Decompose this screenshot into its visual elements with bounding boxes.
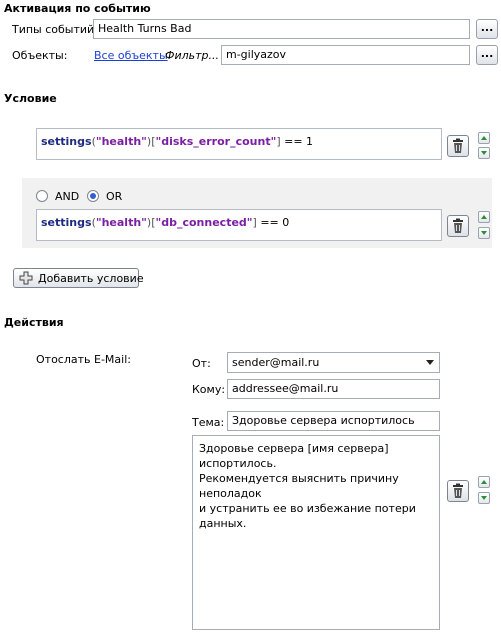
- expr-func: settings: [41, 216, 92, 229]
- trash-icon: [453, 483, 463, 498]
- add-condition-button[interactable]: Добавить условие: [13, 268, 144, 288]
- body-line: Здоровье сервера [имя сервера] испортило…: [199, 442, 389, 470]
- from-value: sender@mail.ru: [232, 356, 320, 369]
- condition-editor-1[interactable]: settings("health")["disks_error_count"] …: [36, 128, 442, 160]
- event-types-browse-button[interactable]: ...: [476, 19, 498, 39]
- delete-condition-2-button[interactable]: [447, 215, 469, 237]
- to-label: Кому:: [192, 383, 226, 396]
- arrow-up-icon: [481, 136, 487, 140]
- expr-func: settings: [41, 135, 92, 148]
- move-down-condition-2-button[interactable]: [478, 227, 490, 239]
- expr-op: == 1: [284, 135, 314, 148]
- subject-label: Тема:: [192, 416, 225, 429]
- send-email-label: Отослать E-Mail:: [36, 353, 131, 366]
- objects-label: Объекты:: [12, 49, 68, 62]
- arrow-down-icon: [481, 231, 487, 235]
- delete-action-button[interactable]: [447, 480, 469, 502]
- from-select[interactable]: sender@mail.ru: [227, 352, 440, 373]
- move-up-action-button[interactable]: [478, 476, 490, 488]
- to-field[interactable]: addressee@mail.ru: [227, 379, 440, 399]
- and-label: AND: [55, 190, 80, 203]
- actions-header: Действия: [4, 316, 64, 329]
- expr-arg1: "health": [95, 135, 147, 148]
- and-radio[interactable]: [36, 190, 48, 202]
- trash-icon: [453, 138, 463, 153]
- or-radio[interactable]: [87, 190, 99, 202]
- subject-field[interactable]: Здоровье сервера испортилось: [227, 411, 440, 431]
- arrow-up-icon: [481, 480, 487, 484]
- move-up-condition-2-button[interactable]: [478, 211, 490, 223]
- delete-condition-1-button[interactable]: [447, 135, 469, 157]
- expr-arg2: "disks_error_count": [155, 135, 277, 148]
- event-types-label: Типы событий:: [12, 23, 98, 36]
- activation-header: Активация по событию: [4, 2, 151, 15]
- filter-browse-button[interactable]: ...: [476, 45, 498, 65]
- body-textarea[interactable]: Здоровье сервера [имя сервера] испортило…: [192, 435, 440, 630]
- plus-icon: [19, 271, 33, 285]
- body-line: и устранить ее во избежание потери данны…: [199, 502, 416, 530]
- condition-editor-2[interactable]: settings("health")["db_connected"] == 0: [36, 209, 442, 241]
- expr-arg1: "health": [95, 216, 147, 229]
- condition-header: Условие: [4, 92, 57, 105]
- condition-expression-1: settings("health")["disks_error_count"] …: [41, 135, 314, 148]
- add-condition-label: Добавить условие: [38, 272, 144, 285]
- from-label: От:: [192, 357, 211, 370]
- arrow-up-icon: [481, 215, 487, 219]
- move-up-condition-1-button[interactable]: [478, 132, 490, 144]
- filter-field[interactable]: m-gilyazov: [221, 45, 470, 65]
- expr-op: == 0: [260, 216, 290, 229]
- move-down-action-button[interactable]: [478, 492, 490, 504]
- or-label: OR: [106, 190, 123, 203]
- move-down-condition-1-button[interactable]: [478, 147, 490, 159]
- filter-label: Фильтр...: [165, 49, 220, 62]
- event-types-field[interactable]: Health Turns Bad: [93, 19, 470, 39]
- arrow-down-icon: [481, 496, 487, 500]
- trash-icon: [453, 218, 463, 233]
- arrow-down-icon: [481, 151, 487, 155]
- chevron-down-icon: [426, 360, 434, 365]
- condition-expression-2: settings("health")["db_connected"] == 0: [41, 216, 290, 229]
- expr-arg2: "db_connected": [155, 216, 253, 229]
- body-line: Рекомендуется выяснить причину неполадок: [199, 472, 399, 500]
- all-objects-link[interactable]: Все объекты: [94, 49, 168, 62]
